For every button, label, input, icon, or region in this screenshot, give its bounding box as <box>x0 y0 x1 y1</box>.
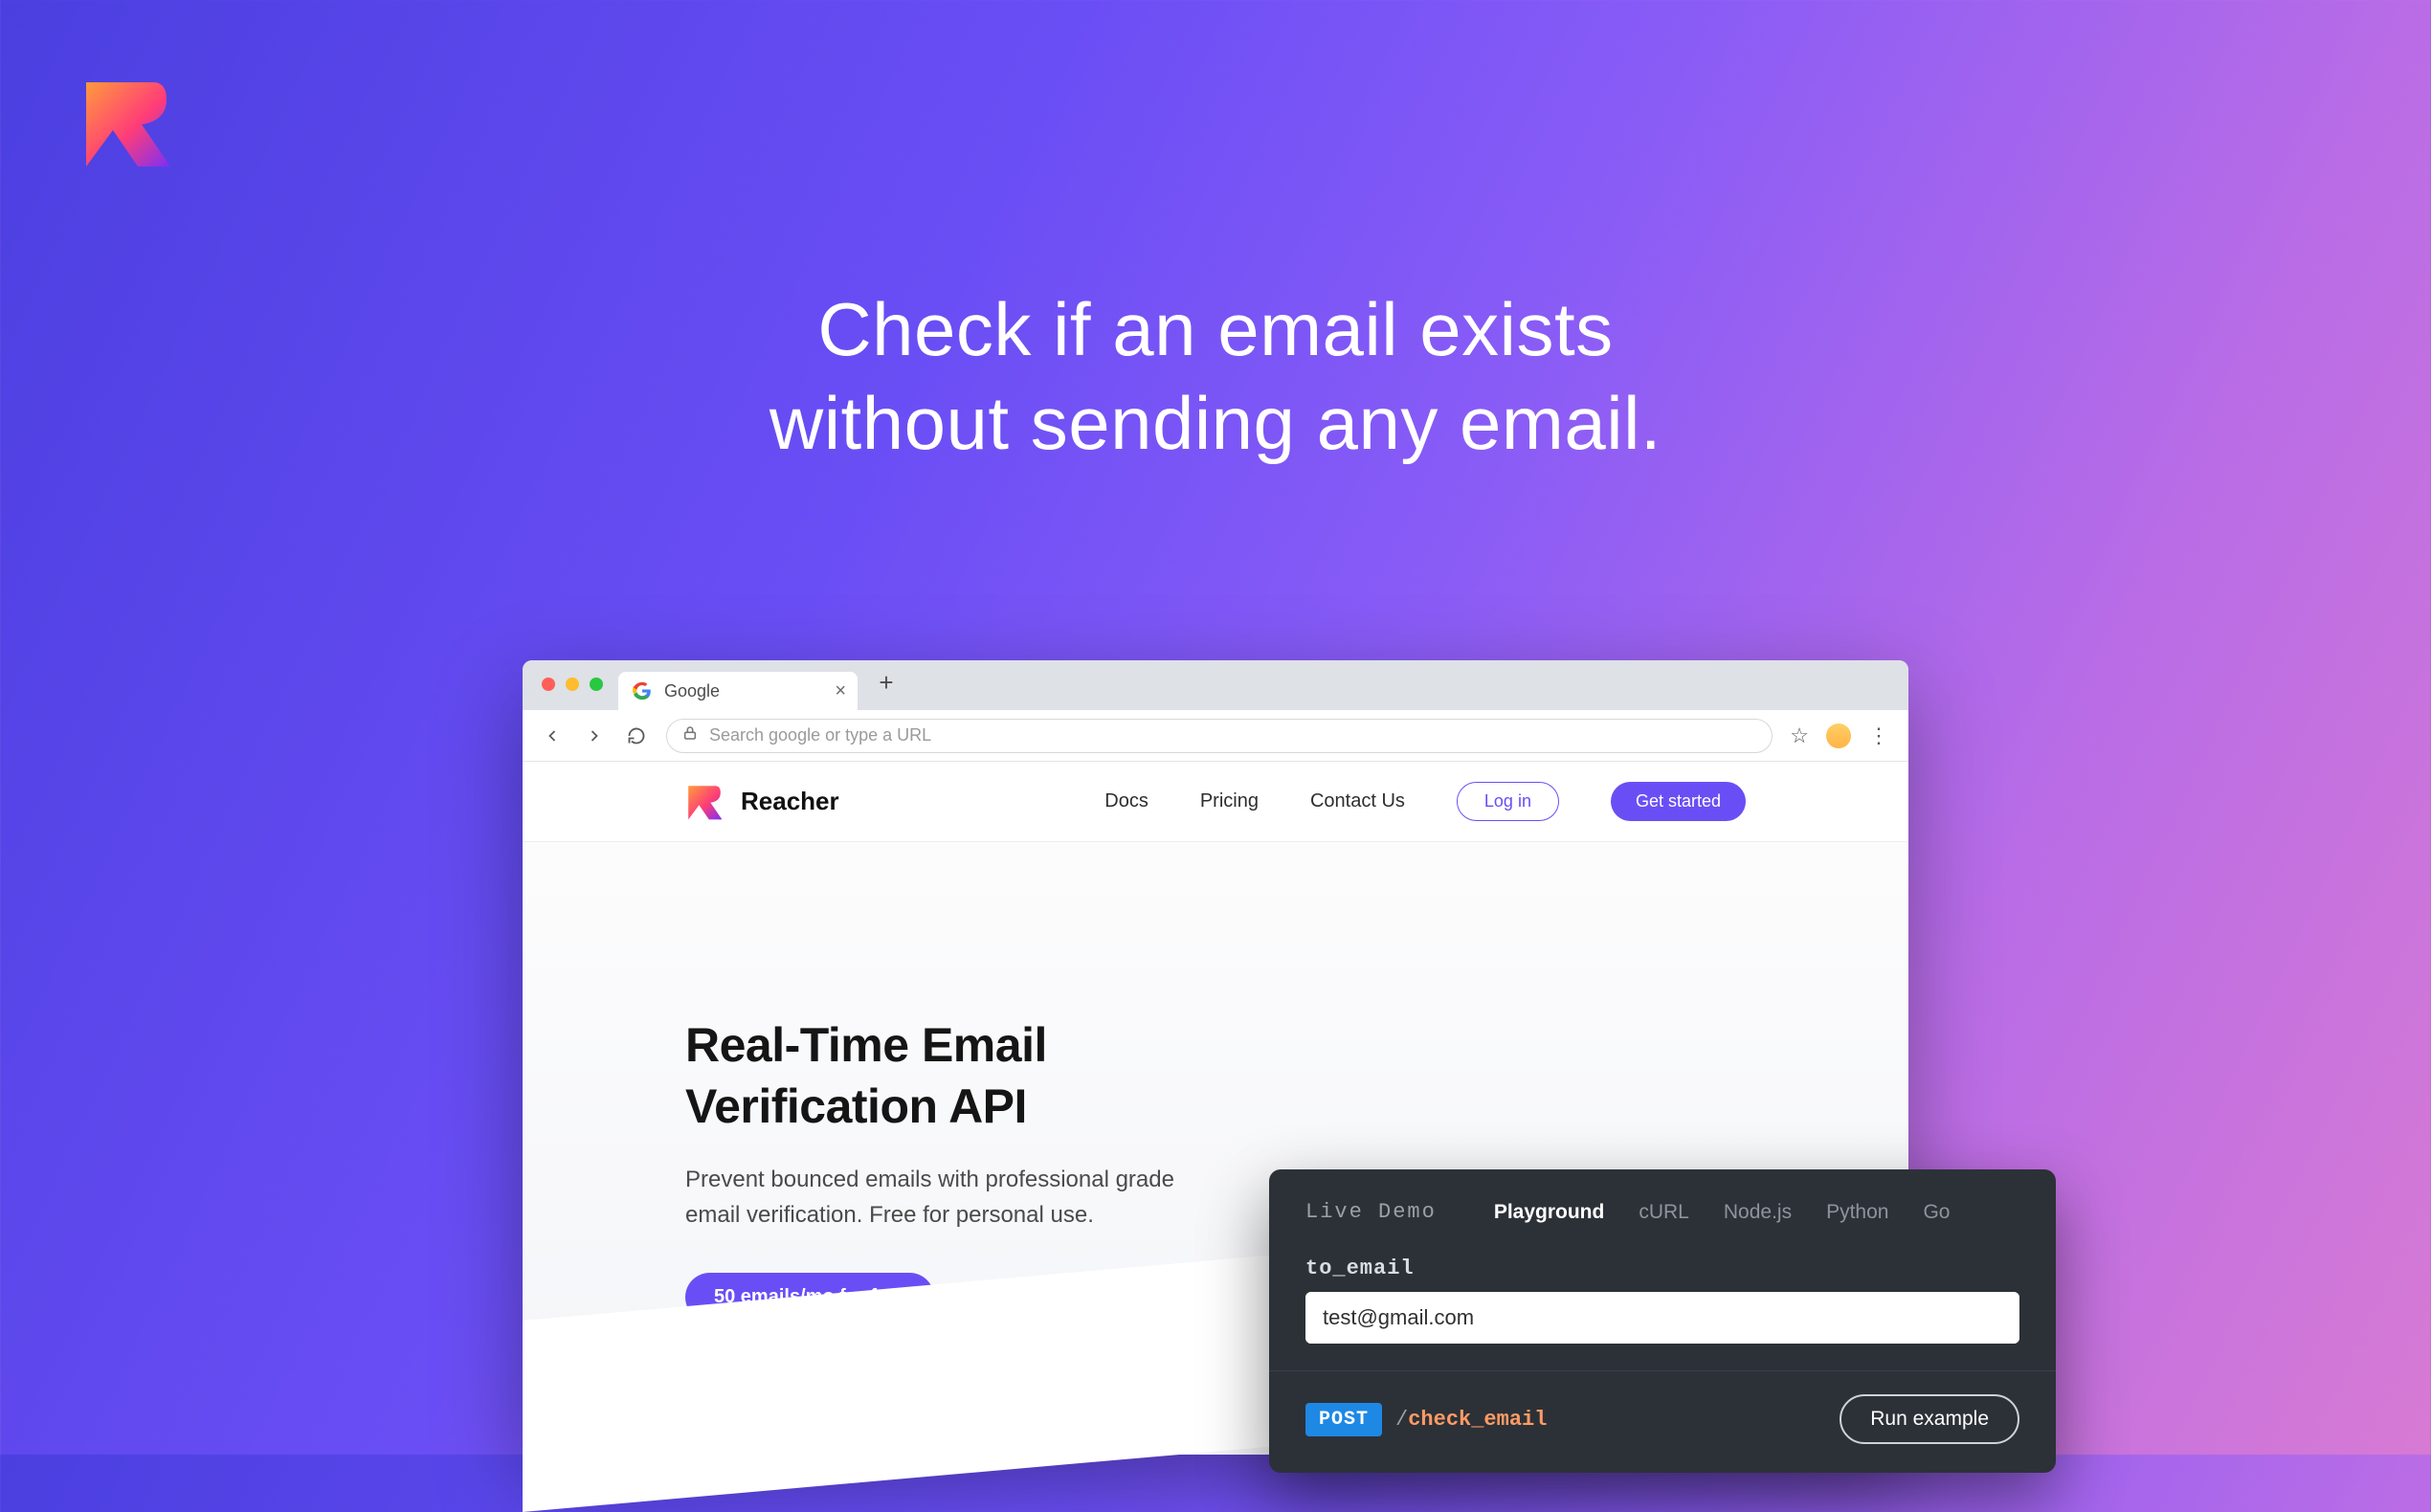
nav-contact[interactable]: Contact Us <box>1310 790 1405 812</box>
endpoint-slash: / <box>1395 1408 1408 1432</box>
reacher-logo-icon <box>685 783 724 821</box>
google-favicon-icon <box>632 680 653 701</box>
forward-icon[interactable] <box>582 723 607 748</box>
browser-tabstrip: Google × + <box>523 660 1908 710</box>
page-title-line-1: Real-Time Email <box>685 1018 1047 1072</box>
divider <box>1269 1370 2056 1371</box>
demo-title: Live Demo <box>1305 1200 1437 1224</box>
tab-python[interactable]: Python <box>1826 1201 1888 1224</box>
reload-icon[interactable] <box>624 723 649 748</box>
close-tab-icon[interactable]: × <box>835 681 846 700</box>
browser-tab[interactable]: Google × <box>618 672 858 710</box>
nav-docs[interactable]: Docs <box>1104 790 1149 812</box>
page-subtitle: Prevent bounced emails with professional… <box>685 1162 1202 1233</box>
run-example-button[interactable]: Run example <box>1840 1394 2019 1444</box>
page-title: Real-Time Email Verification API <box>685 1014 1221 1137</box>
brand-name: Reacher <box>741 787 839 816</box>
login-button[interactable]: Log in <box>1457 782 1559 821</box>
minimize-window-icon[interactable] <box>566 678 579 691</box>
maximize-window-icon[interactable] <box>590 678 603 691</box>
hero-line-2: without sending any email. <box>0 377 2431 471</box>
new-tab-button[interactable]: + <box>871 667 902 698</box>
tab-node[interactable]: Node.js <box>1724 1201 1792 1224</box>
page-title-line-2: Verification API <box>685 1079 1027 1133</box>
endpoint: /check_email <box>1395 1408 1547 1432</box>
address-placeholder: Search google or type a URL <box>709 725 931 745</box>
get-started-button[interactable]: Get started <box>1611 782 1746 821</box>
demo-tabs: Live Demo Playground cURL Node.js Python… <box>1305 1200 2019 1224</box>
brand[interactable]: Reacher <box>685 783 839 821</box>
bookmark-star-icon[interactable]: ☆ <box>1790 723 1809 748</box>
hero-headline: Check if an email exists without sending… <box>0 283 2431 470</box>
reacher-logo-large <box>78 75 174 170</box>
profile-avatar[interactable] <box>1826 723 1851 748</box>
demo-input-wrap <box>1305 1292 2019 1344</box>
endpoint-path: check_email <box>1408 1408 1547 1432</box>
hero-line-1: Check if an email exists <box>0 283 2431 377</box>
lock-icon <box>682 725 698 745</box>
browser-menu-icon[interactable]: ⋮ <box>1868 723 1891 748</box>
tab-title: Google <box>664 681 720 701</box>
browser-window: Google × + Search google or type a URL ☆… <box>523 660 1908 1455</box>
http-method-badge: POST <box>1305 1403 1382 1436</box>
page-body: Real-Time Email Verification API Prevent… <box>523 842 1908 1455</box>
live-demo-panel: Live Demo Playground cURL Node.js Python… <box>1269 1169 2056 1473</box>
nav-pricing[interactable]: Pricing <box>1200 790 1259 812</box>
tab-go[interactable]: Go <box>1923 1201 1950 1224</box>
cta-button[interactable]: 50 emails/mo for free <box>685 1273 934 1322</box>
browser-toolbar: Search google or type a URL ☆ ⋮ <box>523 710 1908 762</box>
demo-field-label: to_email <box>1305 1256 2019 1280</box>
back-icon[interactable] <box>540 723 565 748</box>
site-header: Reacher Docs Pricing Contact Us Log in G… <box>523 762 1908 842</box>
tab-curl[interactable]: cURL <box>1639 1201 1689 1224</box>
address-bar[interactable]: Search google or type a URL <box>666 719 1773 753</box>
close-window-icon[interactable] <box>542 678 555 691</box>
window-controls <box>542 678 603 691</box>
to-email-input[interactable] <box>1305 1292 2019 1344</box>
tab-playground[interactable]: Playground <box>1494 1201 1605 1224</box>
